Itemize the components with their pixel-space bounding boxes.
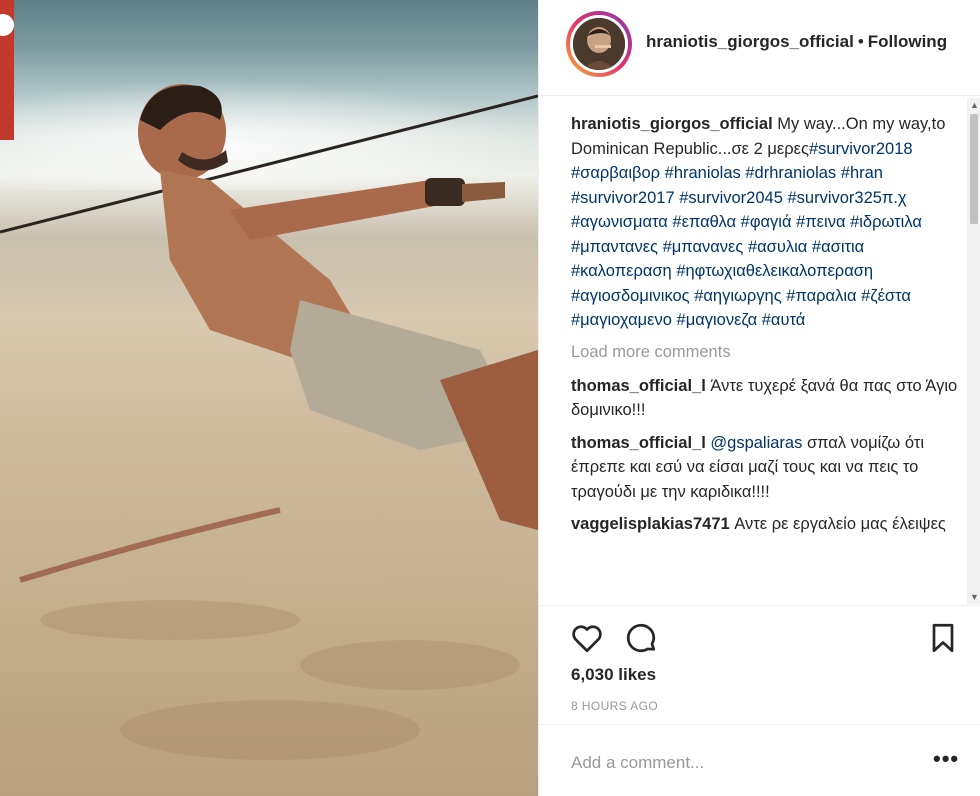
hashtag-link[interactable]: #survivor325π.χ	[787, 189, 906, 207]
hashtag-link[interactable]: #μπανανες	[663, 238, 744, 256]
comment-text: Αντε ρε εργαλείο μας έλειψες	[734, 515, 946, 533]
comment-item: vaggelisplakias7471 Αντε ρε εργαλείο μας…	[571, 512, 961, 537]
comments-list[interactable]: hraniotis_giorgos_official My way...On m…	[571, 112, 961, 606]
hashtag-link[interactable]: #πεινα	[796, 213, 845, 231]
comment-username[interactable]: thomas_official_l	[571, 377, 706, 395]
hashtag-link[interactable]: #survivor2017	[571, 189, 675, 207]
hashtag-link[interactable]: #αυτά	[762, 311, 806, 329]
caption-username[interactable]: hraniotis_giorgos_official	[571, 115, 773, 133]
scroll-down-arrow-icon[interactable]: ▼	[970, 592, 979, 602]
hashtag-link[interactable]: #καλοπεραση	[571, 262, 672, 280]
post-side-panel: hraniotis_giorgos_official • Following hra…	[538, 0, 980, 796]
post-timestamp[interactable]: 8 HOURS AGO	[571, 699, 658, 713]
comment-username[interactable]: vaggelisplakias7471	[571, 515, 730, 533]
hashtag-link[interactable]: #ασιτια	[812, 238, 864, 256]
post-caption: hraniotis_giorgos_official My way...On m…	[571, 112, 961, 333]
heart-outline-icon	[572, 625, 602, 653]
comment-button[interactable]	[623, 620, 659, 656]
comments-scrollbar[interactable]: ▲ ▼	[967, 98, 980, 604]
photo-man	[138, 84, 538, 530]
avatar-image	[573, 18, 625, 70]
speech-bubble-icon	[626, 623, 656, 653]
hashtag-link[interactable]: #μαγιονεζα	[677, 311, 758, 329]
hashtag-link[interactable]: #μπαντανες	[571, 238, 658, 256]
hashtag-link[interactable]: #επαθλα	[672, 213, 736, 231]
hashtag-link[interactable]: #μαγιοχαμενο	[571, 311, 672, 329]
hashtag-link[interactable]: #αγωνισματα	[571, 213, 668, 231]
header-text: hraniotis_giorgos_official • Following	[646, 32, 947, 52]
comment-mention[interactable]: @gspaliaras	[710, 434, 802, 452]
hashtag-link[interactable]: #αηγιωργης	[694, 287, 781, 305]
hashtag-link[interactable]: #ζέστα	[861, 287, 911, 305]
hashtag-link[interactable]: #hraniolas	[665, 164, 741, 182]
post-username[interactable]: hraniotis_giorgos_official	[646, 32, 854, 51]
hashtag-link[interactable]: #αγιοσδομινικος	[571, 287, 690, 305]
caption-hashtags: #survivor2018 #σαρβαιβορ #hraniolas #drh…	[571, 140, 922, 330]
bookmark-icon	[932, 623, 954, 653]
hashtag-link[interactable]: #ιδρωτιλα	[850, 213, 922, 231]
post-photo[interactable]	[0, 0, 538, 796]
header-separator: •	[857, 32, 864, 51]
hashtag-link[interactable]: #hran	[841, 164, 883, 182]
post-header: hraniotis_giorgos_official • Following	[539, 0, 980, 96]
save-button[interactable]	[925, 620, 961, 656]
post-actions	[539, 605, 980, 665]
comment-item: thomas_official_l @gspaliaras σπαλ νομίζ…	[571, 431, 961, 505]
avatar[interactable]	[570, 15, 628, 73]
hashtag-link[interactable]: #drhraniolas	[745, 164, 836, 182]
more-options-button[interactable]: •••	[933, 748, 959, 770]
scroll-up-arrow-icon[interactable]: ▲	[970, 100, 979, 110]
like-button[interactable]	[569, 620, 605, 656]
hashtag-link[interactable]: #survivor2018	[809, 140, 913, 158]
hashtag-link[interactable]: #σαρβαιβορ	[571, 164, 660, 182]
comment-item: thomas_official_l Άντε τυχερέ ξανά θα πα…	[571, 374, 961, 423]
comment-input[interactable]	[571, 749, 911, 777]
likes-count[interactable]: 6,030 likes	[571, 665, 656, 685]
follow-status-button[interactable]: Following	[868, 32, 947, 51]
hashtag-link[interactable]: #φαγιά	[741, 213, 792, 231]
hashtag-link[interactable]: #παραλια	[786, 287, 856, 305]
scrollbar-thumb[interactable]	[970, 114, 978, 224]
hashtag-link[interactable]: #survivor2045	[679, 189, 783, 207]
comment-bar: •••	[539, 724, 980, 796]
comment-username[interactable]: thomas_official_l	[571, 434, 706, 452]
load-more-comments-button[interactable]: Load more comments	[571, 340, 961, 364]
hashtag-link[interactable]: #ηφτωχιαθελεικαλοπεραση	[676, 262, 873, 280]
hashtag-link[interactable]: #ασυλια	[748, 238, 807, 256]
